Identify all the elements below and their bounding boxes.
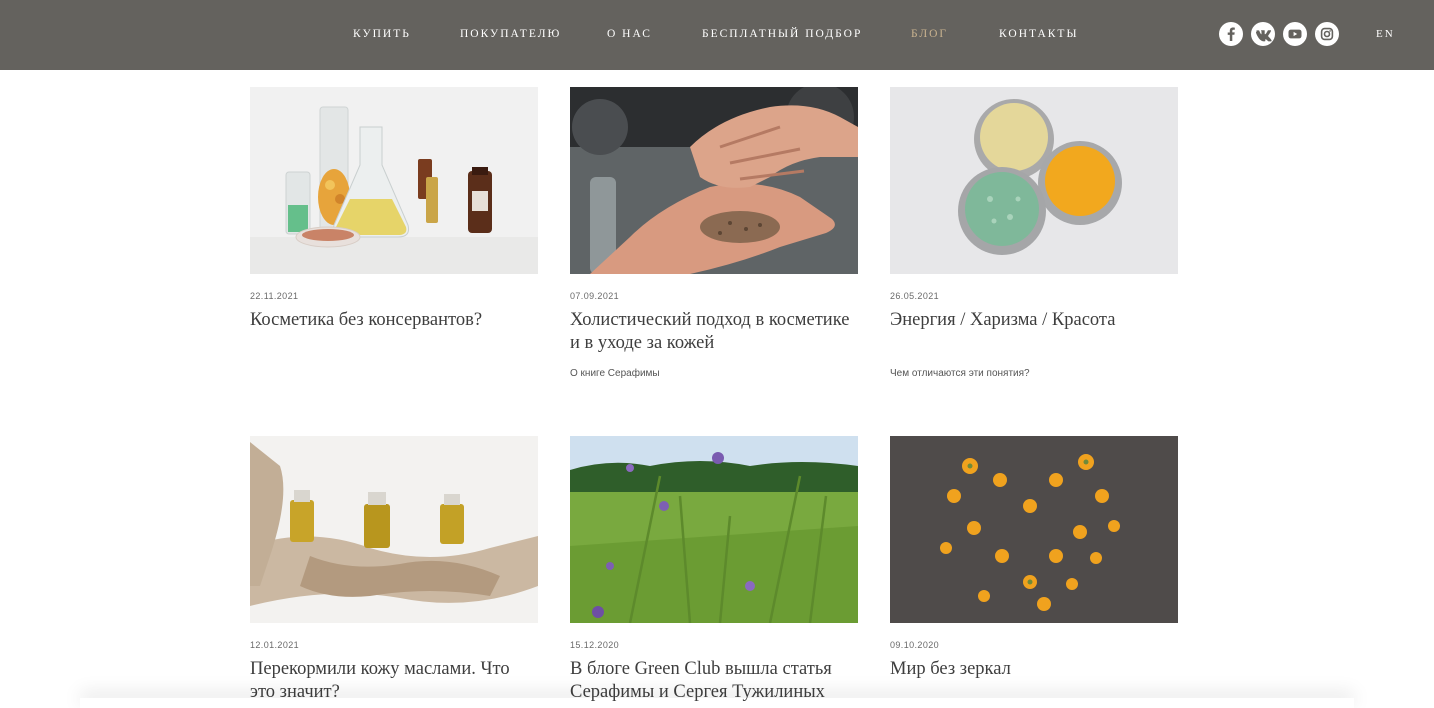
site-header: КУПИТЬ ПОКУПАТЕЛЮ О НАС БЕСПЛАТНЫЙ ПОДБО… — [0, 0, 1434, 70]
language-switch[interactable]: EN — [1376, 28, 1395, 40]
post-image-flower-heart[interactable] — [890, 436, 1178, 623]
blog-card: 26.05.2021 Энергия / Харизма / Красота Ч… — [890, 87, 1178, 379]
post-image-meadow[interactable] — [570, 436, 858, 623]
nav-item-free-selection[interactable]: БЕСПЛАТНЫЙ ПОДБОР — [702, 28, 862, 42]
blog-card: 09.10.2020 Мир без зеркал — [890, 436, 1178, 679]
instagram-icon[interactable] — [1315, 22, 1339, 46]
blog-card: 12.01.2021 Перекормили кожу маслами. Что… — [250, 436, 538, 702]
post-image-balm-tins[interactable] — [890, 87, 1178, 274]
nav-item-about[interactable]: О НАС — [607, 28, 652, 42]
post-date: 09.10.2020 — [890, 640, 940, 650]
post-description: Чем отличаются эти понятия? — [890, 368, 1030, 379]
post-image-oils-driftwood[interactable] — [250, 436, 538, 623]
vk-icon[interactable] — [1251, 22, 1275, 46]
blog-card: 22.11.2021 Косметика без консервантов? — [250, 87, 538, 330]
post-image-lab-flasks[interactable] — [250, 87, 538, 274]
post-date: 12.01.2021 — [250, 640, 300, 650]
post-title[interactable]: Энергия / Харизма / Красота — [890, 309, 1178, 332]
nav-item-blog[interactable]: БЛОГ — [911, 28, 948, 42]
youtube-icon[interactable] — [1283, 22, 1307, 46]
blog-card: 07.09.2021 Холистический подход в космет… — [570, 87, 858, 379]
post-date: 26.05.2021 — [890, 291, 940, 301]
post-image-hands-scrub[interactable] — [570, 87, 858, 274]
blog-card: 15.12.2020 В блоге Green Club вышла стат… — [570, 436, 858, 702]
nav-item-buy[interactable]: КУПИТЬ — [353, 28, 411, 42]
facebook-icon[interactable] — [1219, 22, 1243, 46]
post-title[interactable]: Косметика без консервантов? — [250, 309, 538, 332]
nav-item-contacts[interactable]: КОНТАКТЫ — [999, 28, 1078, 42]
post-description: О книге Серафимы — [570, 368, 660, 379]
post-date: 07.09.2021 — [570, 291, 620, 301]
post-title[interactable]: Мир без зеркал — [890, 658, 1178, 681]
nav-item-customer[interactable]: ПОКУПАТЕЛЮ — [460, 28, 561, 42]
post-title[interactable]: Холистический подход в косметике и в ухо… — [570, 309, 858, 355]
post-date: 22.11.2021 — [250, 291, 299, 301]
bottom-fade — [80, 698, 1354, 708]
post-date: 15.12.2020 — [570, 640, 620, 650]
